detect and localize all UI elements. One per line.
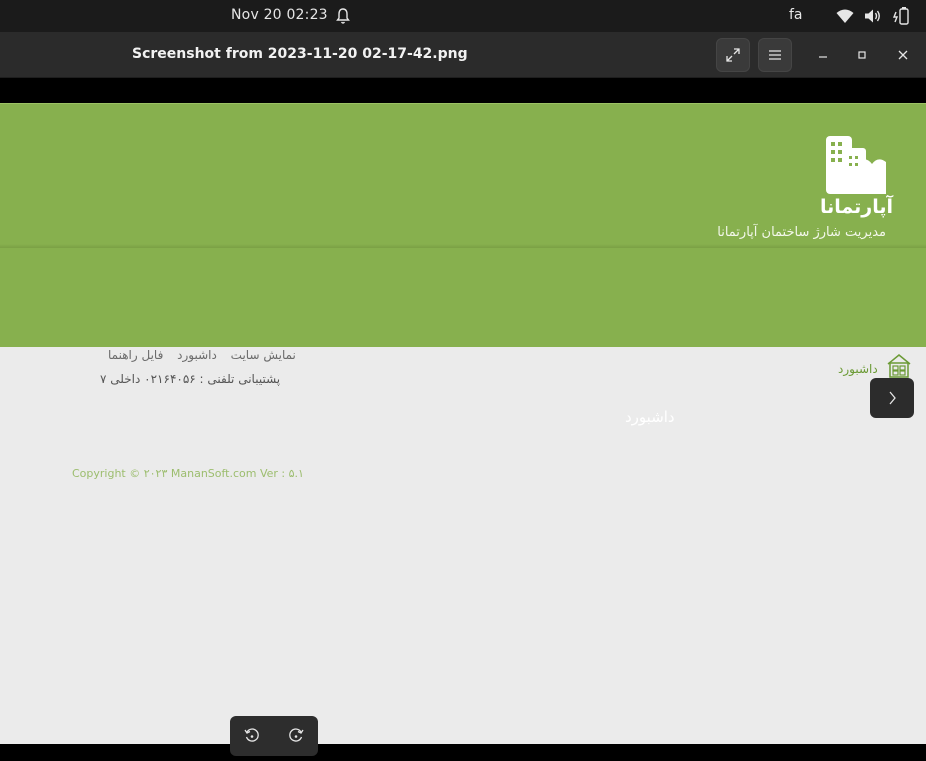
rotate-right-button[interactable] bbox=[274, 716, 318, 756]
input-language-indicator[interactable]: fa bbox=[789, 7, 803, 23]
battery-icon[interactable] bbox=[892, 6, 910, 26]
rotate-left-button[interactable] bbox=[230, 716, 274, 756]
displayed-screenshot: آپارتمانا مدیریت شارژ ساختمان آپارتمانا … bbox=[0, 103, 926, 744]
system-top-bar: Nov 20 02:23 fa bbox=[0, 0, 926, 32]
bottom-border bbox=[0, 744, 926, 761]
main-menu-button[interactable] bbox=[758, 38, 792, 72]
copyright-text: Copyright © ۲۰۲۳ MananSoft.com Ver : ۵.۱ bbox=[72, 467, 304, 480]
image-canvas[interactable]: آپارتمانا مدیریت شارژ ساختمان آپارتمانا … bbox=[0, 78, 926, 744]
brand-subtitle: مدیریت شارژ ساختمان آپارتمانا bbox=[717, 225, 886, 240]
minimize-button[interactable] bbox=[812, 44, 834, 66]
clock[interactable]: Nov 20 02:23 bbox=[231, 7, 328, 23]
viewer-header-bar: Screenshot from 2023-11-20 02-17-42.png bbox=[0, 32, 926, 78]
phone-support-text: پشتیبانی تلفنی : ۰۲۱۶۴۰۵۶ داخلی ۷ bbox=[100, 372, 281, 386]
maximize-button[interactable] bbox=[851, 44, 873, 66]
home-icon[interactable] bbox=[886, 353, 912, 379]
fullscreen-icon bbox=[726, 48, 740, 62]
link-help-file[interactable]: فایل راهنما bbox=[108, 348, 163, 362]
wifi-icon[interactable] bbox=[836, 8, 854, 24]
rotate-right-icon bbox=[289, 728, 304, 742]
fullscreen-button[interactable] bbox=[716, 38, 750, 72]
close-button[interactable] bbox=[892, 44, 914, 66]
link-dashboard[interactable]: داشبورد bbox=[177, 348, 217, 362]
site-header: آپارتمانا مدیریت شارژ ساختمان آپارتمانا bbox=[0, 103, 926, 248]
window-title: Screenshot from 2023-11-20 02-17-42.png bbox=[132, 46, 468, 62]
minimize-icon bbox=[819, 56, 827, 58]
maximize-icon bbox=[858, 51, 866, 59]
rotate-left-icon bbox=[244, 728, 259, 742]
link-show-site[interactable]: نمایش سایت bbox=[231, 348, 296, 362]
hamburger-menu-icon bbox=[769, 50, 781, 60]
next-image-button[interactable] bbox=[870, 378, 914, 418]
page-title: داشبورد bbox=[625, 408, 675, 426]
chevron-right-icon bbox=[889, 391, 896, 405]
close-icon bbox=[898, 50, 908, 60]
bell-icon[interactable] bbox=[335, 7, 351, 25]
brand-name: آپارتمانا bbox=[820, 196, 893, 218]
footer-links: نمایش سایت داشبورد فایل راهنما bbox=[98, 348, 296, 362]
volume-icon[interactable] bbox=[864, 8, 882, 24]
page-header-band: داشبورد Copyright © ۲۰۲۳ MananSoft.com V… bbox=[0, 248, 926, 480]
rotate-controls bbox=[230, 716, 318, 756]
breadcrumb[interactable]: داشبورد bbox=[838, 362, 878, 376]
